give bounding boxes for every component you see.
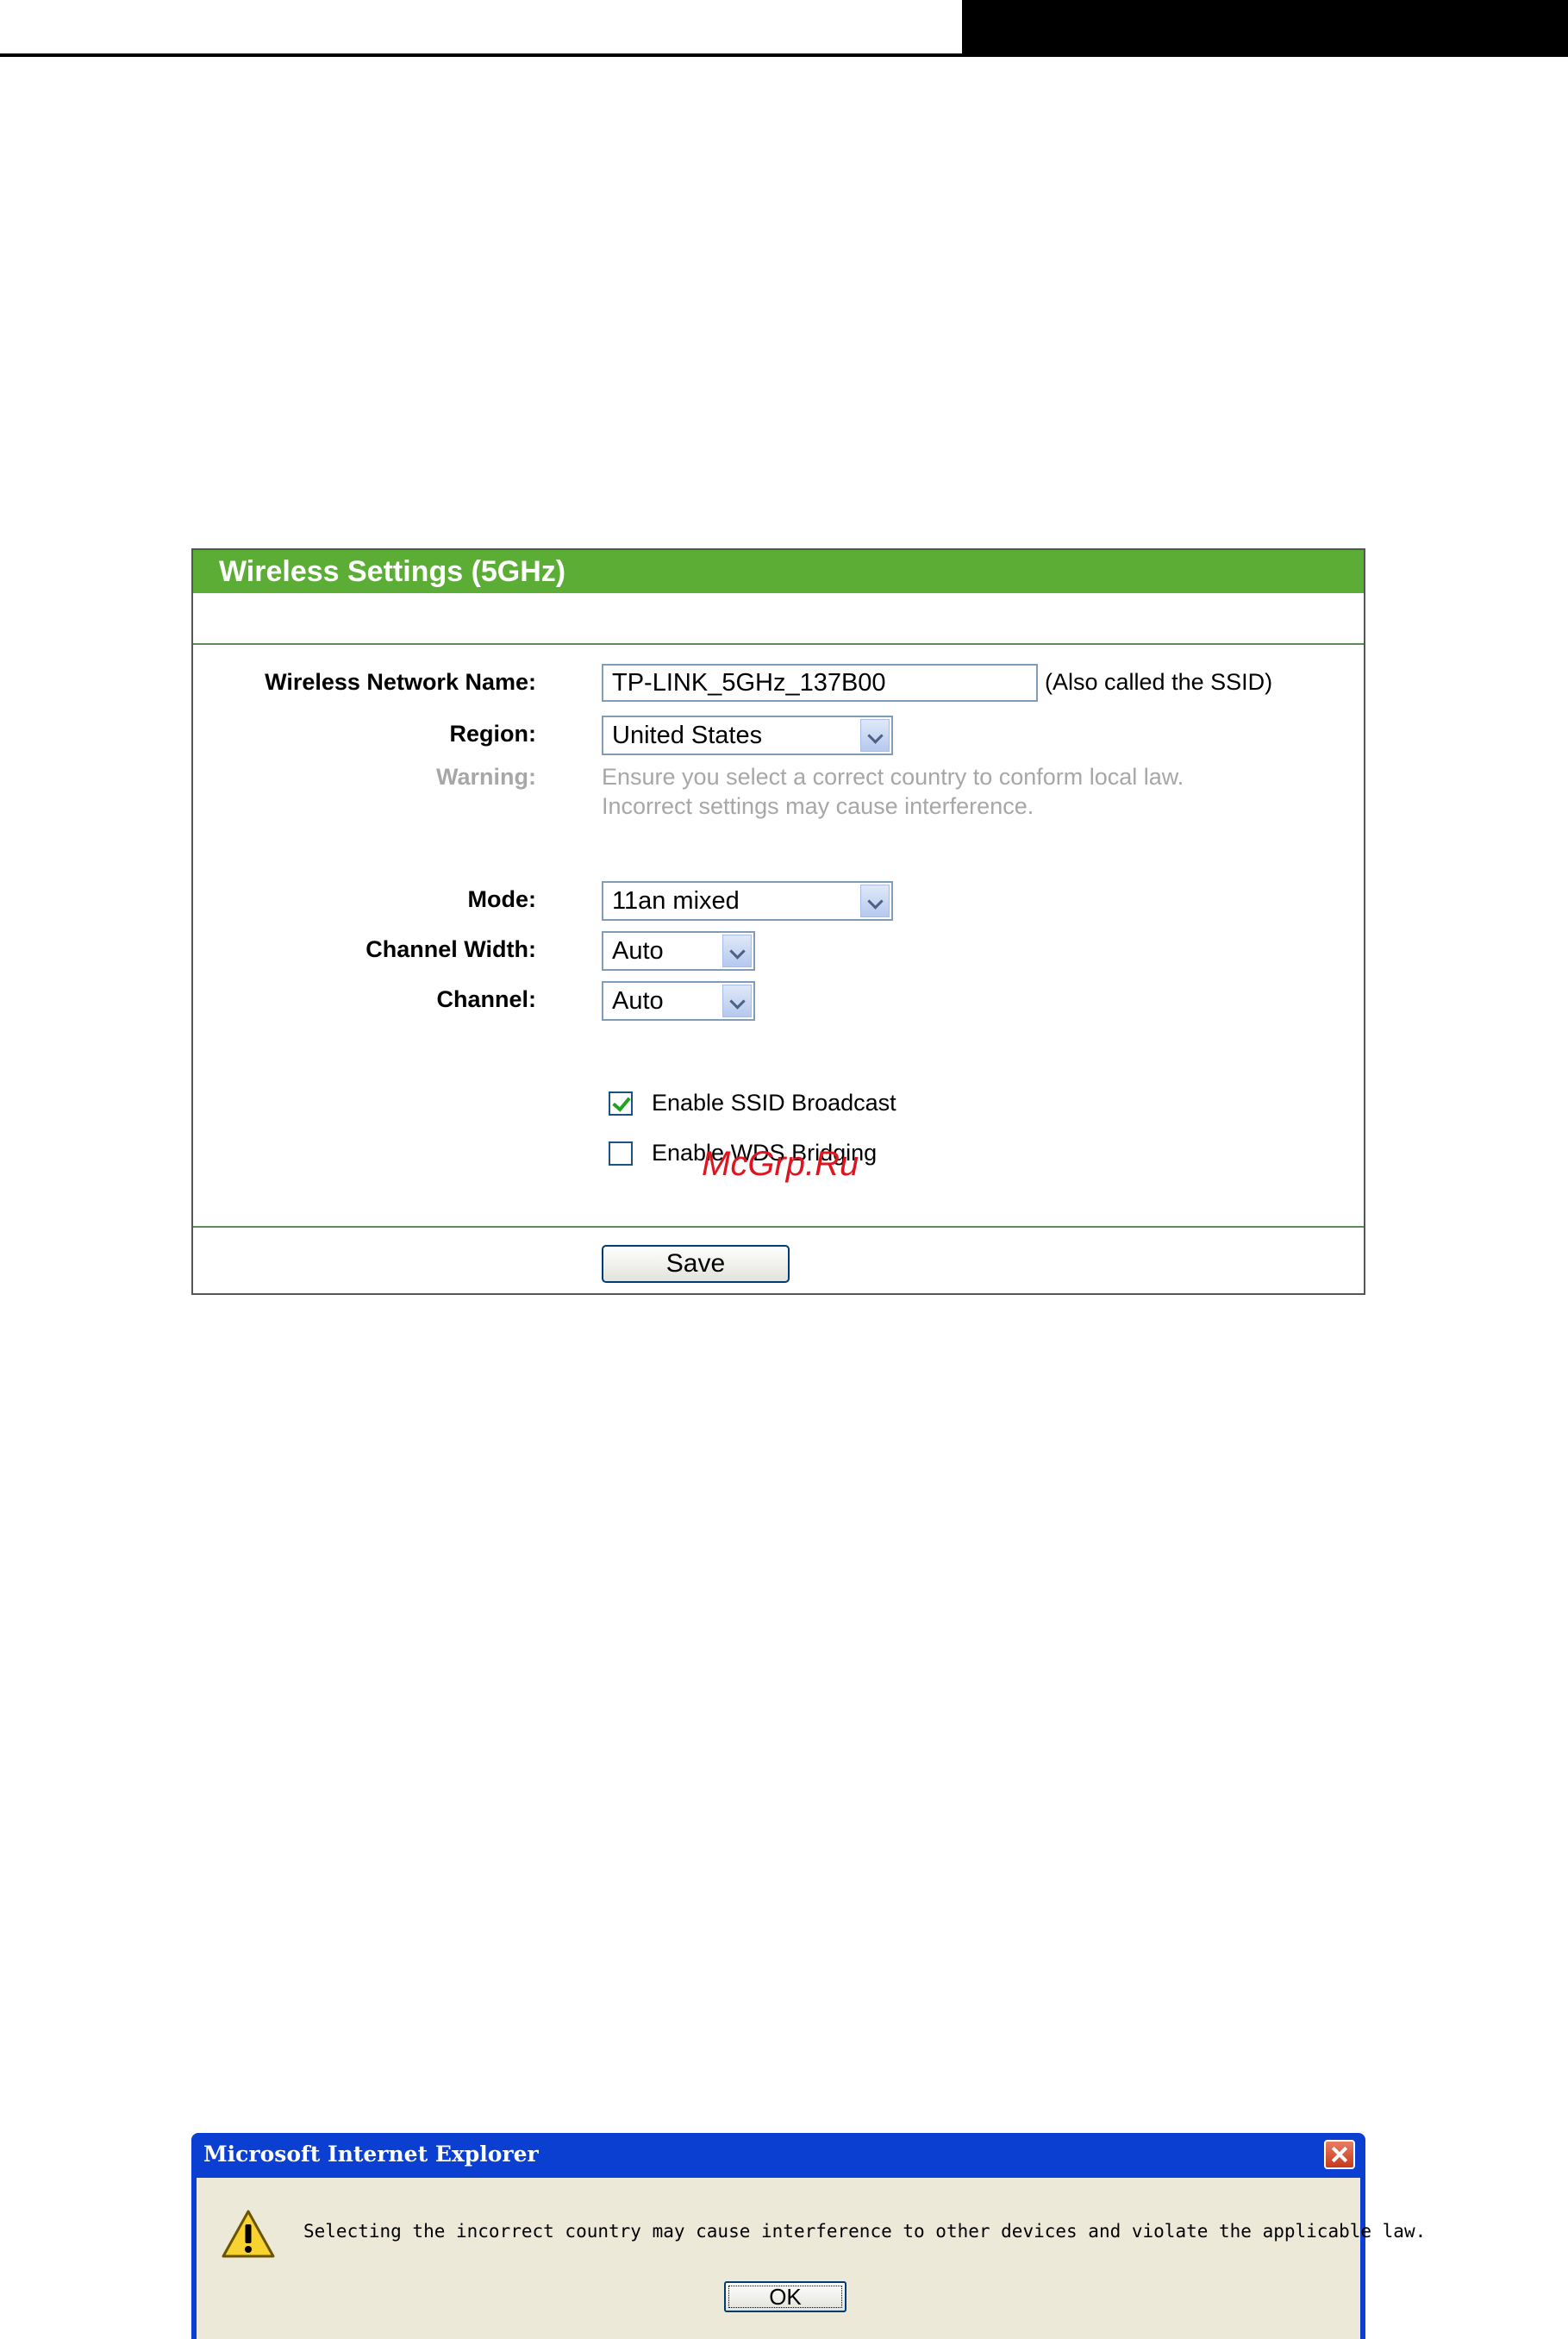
channel-width-label: Channel Width: bbox=[365, 936, 536, 962]
warning-label: Warning: bbox=[436, 764, 536, 790]
ssid-broadcast-checkbox[interactable] bbox=[609, 1091, 633, 1116]
wds-bridging-checkbox[interactable] bbox=[609, 1141, 633, 1166]
channel-select-value: Auto bbox=[612, 987, 664, 1015]
save-button[interactable]: Save bbox=[602, 1245, 790, 1283]
network-name-label: Wireless Network Name: bbox=[265, 669, 536, 695]
chevron-down-icon[interactable] bbox=[722, 935, 752, 967]
dialog-title: Microsoft Internet Explorer bbox=[203, 2142, 539, 2167]
focus-ring bbox=[728, 2286, 842, 2308]
mode-select-value: 11an mixed bbox=[612, 887, 740, 915]
close-icon[interactable] bbox=[1324, 2140, 1355, 2169]
chevron-down-icon[interactable] bbox=[860, 885, 890, 917]
mode-label: Mode: bbox=[467, 886, 536, 912]
dialog-message: Selecting the incorrect country may caus… bbox=[303, 2221, 1427, 2242]
region-select[interactable]: United States bbox=[602, 716, 893, 755]
warning-icon bbox=[222, 2210, 275, 2258]
ok-button[interactable]: OK bbox=[724, 2281, 846, 2312]
wireless-settings-panel: Wireless Settings (5GHz) Wireless Networ… bbox=[191, 548, 1365, 1295]
warning-text-line2: Incorrect settings may cause interferenc… bbox=[602, 793, 1034, 819]
watermark: McGrp.Ru bbox=[702, 1145, 859, 1183]
ssid-broadcast-label: Enable SSID Broadcast bbox=[652, 1090, 896, 1116]
region-select-value: United States bbox=[612, 722, 763, 749]
dialog-body: Selecting the incorrect country may caus… bbox=[197, 2178, 1426, 2339]
ssid-hint: (Also called the SSID) bbox=[1045, 669, 1273, 695]
chevron-down-icon[interactable] bbox=[722, 985, 752, 1017]
channel-width-select-value: Auto bbox=[612, 937, 664, 965]
channel-select[interactable]: Auto bbox=[602, 981, 755, 1021]
region-label: Region: bbox=[449, 721, 537, 747]
warning-text-line1: Ensure you select a correct country to c… bbox=[602, 764, 1184, 790]
alert-dialog: Microsoft Internet Explorer Selecting th… bbox=[191, 2133, 1426, 2339]
panel-title: Wireless Settings (5GHz) bbox=[193, 550, 1364, 593]
channel-label: Channel: bbox=[436, 986, 536, 1012]
mode-select[interactable]: 11an mixed bbox=[602, 881, 893, 921]
page-header-block bbox=[962, 0, 1568, 55]
chevron-down-icon[interactable] bbox=[860, 719, 890, 752]
bottom-separator bbox=[193, 1226, 1364, 1228]
top-separator bbox=[193, 643, 1364, 645]
channel-width-select[interactable]: Auto bbox=[602, 931, 755, 971]
network-name-input[interactable]: TP-LINK_5GHz_137B00 bbox=[602, 664, 1038, 702]
